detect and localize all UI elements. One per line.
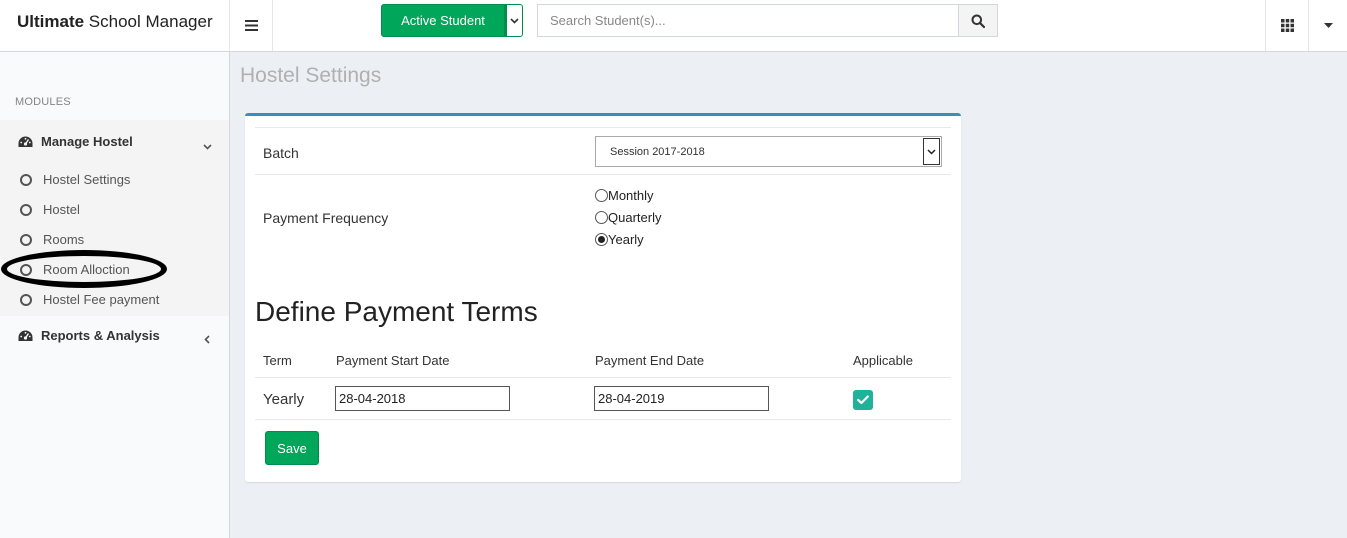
circle-icon bbox=[20, 263, 32, 276]
active-student-caret[interactable] bbox=[505, 4, 523, 37]
modules-header: MODULES bbox=[15, 96, 71, 108]
radio-button-selected[interactable] bbox=[595, 233, 608, 246]
batch-select[interactable]: Session 2017-2018 bbox=[595, 136, 942, 167]
top-navbar: Ultimate School Manager Active Student bbox=[0, 0, 1347, 52]
caret-down-icon bbox=[1324, 23, 1333, 28]
sidebar-item-label: Hostel Settings bbox=[43, 172, 131, 187]
payment-frequency-label: Payment Frequency bbox=[263, 210, 389, 226]
active-student-dropdown[interactable]: Active Student bbox=[381, 4, 523, 37]
active-student-button[interactable]: Active Student bbox=[381, 4, 505, 37]
column-header-applicable: Applicable bbox=[853, 353, 913, 368]
chevron-down-icon[interactable] bbox=[203, 138, 212, 153]
radio-yearly[interactable]: Yearly bbox=[595, 232, 644, 247]
sidebar-item-label: Hostel Fee payment bbox=[43, 292, 160, 307]
search-input[interactable] bbox=[537, 4, 959, 37]
column-header-term: Term bbox=[263, 353, 292, 368]
radio-label: Monthly bbox=[608, 188, 654, 203]
student-search bbox=[537, 4, 998, 37]
section-title: Define Payment Terms bbox=[255, 296, 538, 327]
circle-icon bbox=[20, 293, 32, 306]
manage-hostel-group bbox=[0, 120, 229, 316]
sidebar-item-reports-analysis[interactable]: Reports & Analysis bbox=[18, 328, 160, 343]
check-icon bbox=[857, 395, 869, 405]
batch-label: Batch bbox=[263, 145, 299, 161]
payment-start-date-input[interactable] bbox=[335, 386, 510, 411]
sidebar-toggle-button[interactable] bbox=[230, 0, 273, 51]
search-icon bbox=[971, 14, 985, 28]
sidebar-item-room-allocation[interactable]: Room Alloction bbox=[20, 262, 130, 277]
column-header-end-date: Payment End Date bbox=[595, 353, 705, 368]
payment-end-date-input[interactable] bbox=[594, 386, 769, 411]
radio-monthly[interactable]: Monthly bbox=[595, 188, 654, 203]
radio-quarterly[interactable]: Quarterly bbox=[595, 210, 661, 225]
sidebar-item-label: Rooms bbox=[43, 232, 85, 247]
circle-icon bbox=[20, 173, 32, 186]
sidebar-item-manage-hostel[interactable]: Manage Hostel bbox=[18, 134, 133, 149]
column-header-start-date: Payment Start Date bbox=[336, 353, 450, 368]
sidebar-item-hostel[interactable]: Hostel bbox=[20, 202, 80, 217]
radio-label: Quarterly bbox=[608, 210, 662, 225]
divider bbox=[255, 419, 951, 420]
radio-button[interactable] bbox=[595, 189, 608, 202]
sidebar-item-rooms[interactable]: Rooms bbox=[20, 232, 84, 247]
applicable-checkbox[interactable] bbox=[853, 390, 873, 410]
sidebar-item-label: Room Alloction bbox=[43, 262, 130, 277]
sidebar-item-hostel-fee-payment[interactable]: Hostel Fee payment bbox=[20, 292, 159, 307]
divider bbox=[255, 377, 951, 378]
radio-button[interactable] bbox=[595, 211, 608, 224]
batch-select-value: Session 2017-2018 bbox=[610, 145, 705, 158]
divider bbox=[255, 127, 951, 128]
user-menu-dropdown[interactable] bbox=[1310, 0, 1347, 51]
hostel-settings-panel: Batch Session 2017-2018 Payment Frequenc… bbox=[245, 113, 961, 482]
search-button[interactable] bbox=[959, 4, 998, 37]
dashboard-gauge-icon bbox=[18, 329, 34, 343]
dashboard-gauge-icon bbox=[18, 135, 34, 149]
apps-grid-button[interactable] bbox=[1265, 0, 1309, 51]
term-cell: Yearly bbox=[263, 391, 305, 408]
app-title-bold: Ultimate bbox=[17, 12, 85, 31]
grid-icon bbox=[1280, 19, 1294, 32]
sidebar: MODULES Manage Hostel Hostel Settings Ho… bbox=[0, 52, 230, 538]
app-logo[interactable]: Ultimate School Manager bbox=[0, 0, 230, 51]
save-button[interactable]: Save bbox=[265, 431, 319, 465]
circle-icon bbox=[20, 233, 32, 246]
chevron-left-icon[interactable] bbox=[204, 332, 210, 347]
app-title-rest: School Manager bbox=[84, 12, 213, 31]
sidebar-item-label: Hostel bbox=[43, 202, 80, 217]
chevron-down-icon bbox=[510, 17, 519, 24]
sidebar-item-label: Reports & Analysis bbox=[41, 328, 160, 343]
chevron-down-icon bbox=[923, 138, 940, 165]
radio-label: Yearly bbox=[608, 232, 644, 247]
sidebar-item-label: Manage Hostel bbox=[41, 134, 133, 149]
hamburger-icon bbox=[244, 20, 258, 31]
circle-icon bbox=[20, 203, 32, 216]
page-title: Hostel Settings bbox=[240, 64, 382, 87]
sidebar-item-hostel-settings[interactable]: Hostel Settings bbox=[20, 172, 130, 187]
divider bbox=[255, 174, 951, 175]
